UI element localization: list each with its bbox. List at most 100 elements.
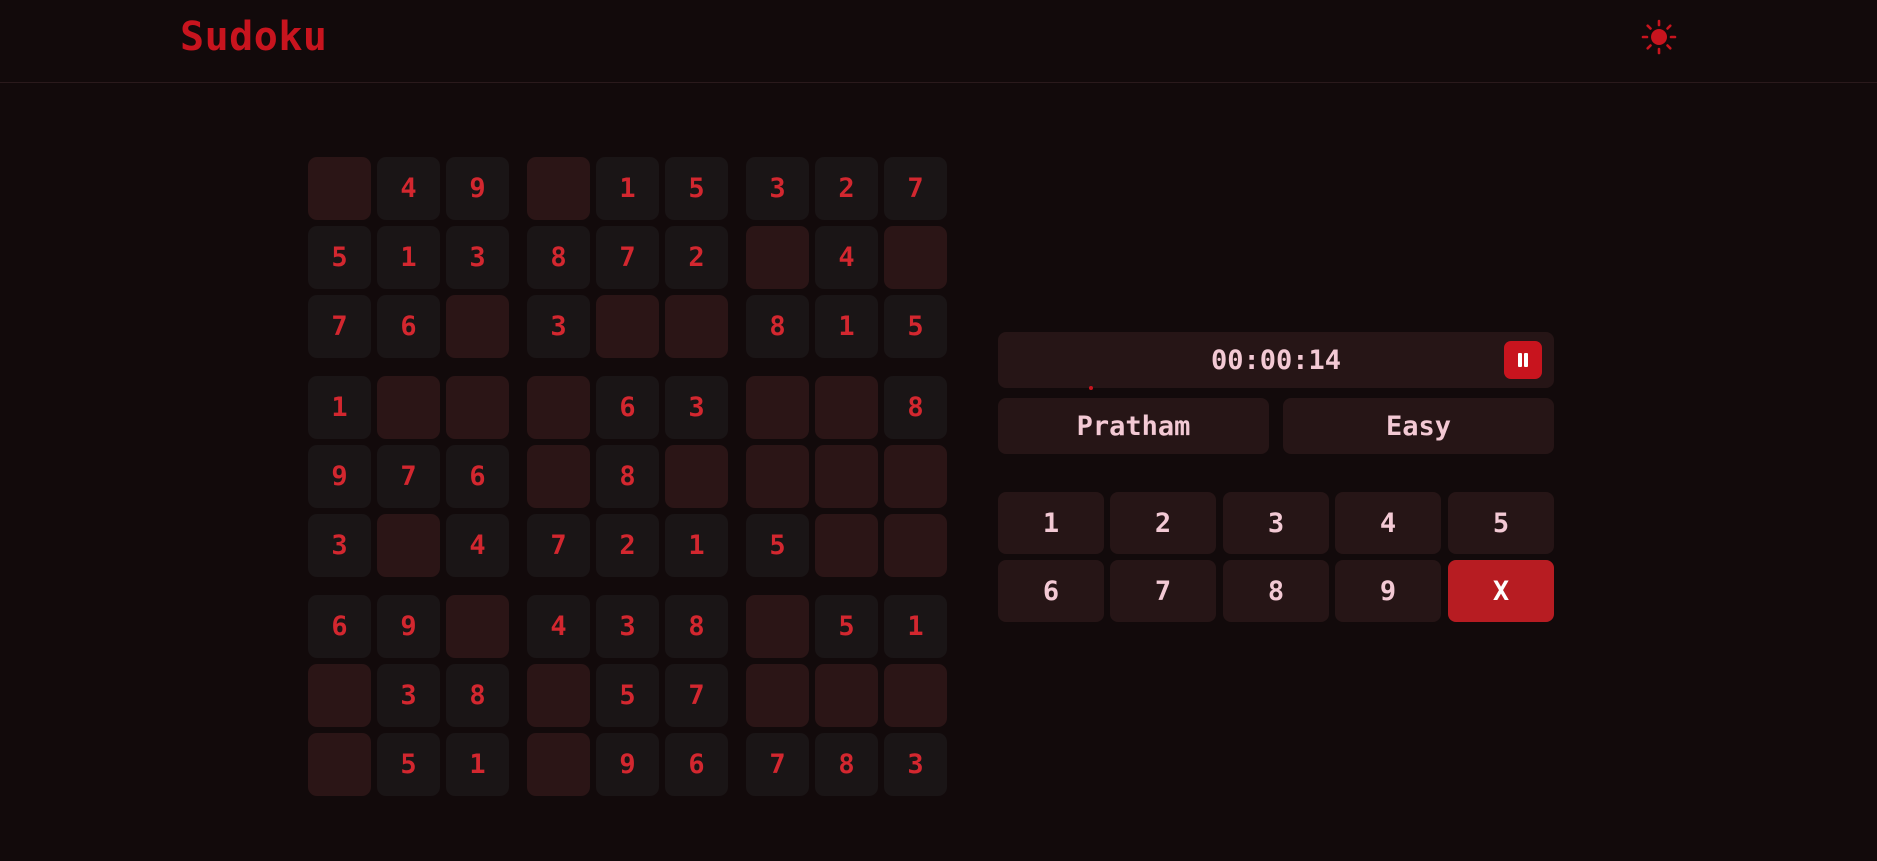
sudoku-cell[interactable] [746, 226, 809, 289]
sudoku-cell[interactable] [308, 664, 371, 727]
sudoku-cell[interactable]: 2 [596, 514, 659, 577]
sudoku-cell[interactable] [884, 664, 947, 727]
sun-icon[interactable] [1640, 18, 1678, 56]
sudoku-cell[interactable]: 7 [596, 226, 659, 289]
sudoku-cell[interactable]: 5 [596, 664, 659, 727]
sudoku-cell[interactable] [884, 514, 947, 577]
sudoku-cell[interactable]: 6 [308, 595, 371, 658]
sudoku-board: 4915327513872476381516389768347215694385… [308, 157, 950, 797]
sudoku-cell[interactable]: 5 [746, 514, 809, 577]
sudoku-cell[interactable] [884, 226, 947, 289]
sudoku-cell[interactable]: 8 [815, 733, 878, 796]
app-header: Sudoku [0, 0, 1877, 83]
num-button-8[interactable]: 8 [1223, 560, 1329, 622]
sudoku-cell[interactable] [446, 595, 509, 658]
sudoku-cell[interactable] [527, 445, 590, 508]
sudoku-cell[interactable]: 8 [596, 445, 659, 508]
sudoku-cell[interactable]: 2 [665, 226, 728, 289]
sudoku-cell[interactable]: 5 [665, 157, 728, 220]
sudoku-cell[interactable] [446, 376, 509, 439]
sudoku-cell[interactable]: 1 [665, 514, 728, 577]
sudoku-cell[interactable]: 7 [527, 514, 590, 577]
sudoku-cell[interactable]: 3 [596, 595, 659, 658]
sudoku-cell[interactable] [596, 295, 659, 358]
sudoku-cell[interactable]: 4 [377, 157, 440, 220]
sudoku-cell[interactable] [746, 445, 809, 508]
sudoku-cell[interactable]: 7 [308, 295, 371, 358]
sudoku-cell[interactable]: 3 [746, 157, 809, 220]
sudoku-cell[interactable]: 3 [884, 733, 947, 796]
sudoku-cell[interactable]: 5 [884, 295, 947, 358]
sudoku-cell[interactable]: 8 [446, 664, 509, 727]
num-button-9[interactable]: 9 [1335, 560, 1441, 622]
num-button-2[interactable]: 2 [1110, 492, 1216, 554]
sudoku-cell[interactable]: 6 [377, 295, 440, 358]
sudoku-cell[interactable]: 7 [377, 445, 440, 508]
sudoku-cell[interactable] [815, 376, 878, 439]
sudoku-cell[interactable]: 4 [446, 514, 509, 577]
sudoku-cell[interactable]: 1 [377, 226, 440, 289]
sudoku-cell[interactable]: 3 [308, 514, 371, 577]
sudoku-cell[interactable]: 8 [746, 295, 809, 358]
sudoku-cell[interactable] [815, 514, 878, 577]
sudoku-cell[interactable] [815, 445, 878, 508]
app-title: Sudoku [180, 14, 328, 60]
num-button-7[interactable]: 7 [1110, 560, 1216, 622]
pause-button[interactable] [1504, 341, 1542, 379]
sudoku-cell[interactable]: 8 [884, 376, 947, 439]
sudoku-cell[interactable] [377, 376, 440, 439]
sudoku-cell[interactable]: 9 [596, 733, 659, 796]
sudoku-cell[interactable]: 1 [596, 157, 659, 220]
sudoku-cell[interactable]: 7 [665, 664, 728, 727]
sudoku-cell[interactable] [527, 157, 590, 220]
timer-bar: 00:00:14 [998, 332, 1554, 388]
sudoku-cell[interactable]: 9 [377, 595, 440, 658]
sudoku-cell[interactable] [308, 157, 371, 220]
sudoku-cell[interactable]: 3 [665, 376, 728, 439]
sudoku-cell[interactable]: 2 [815, 157, 878, 220]
sudoku-cell[interactable]: 3 [527, 295, 590, 358]
sudoku-cell[interactable]: 5 [308, 226, 371, 289]
clear-button[interactable]: X [1448, 560, 1554, 622]
sudoku-cell[interactable] [746, 664, 809, 727]
sudoku-cell[interactable]: 1 [884, 595, 947, 658]
sudoku-cell[interactable] [746, 376, 809, 439]
sudoku-cell[interactable]: 9 [446, 157, 509, 220]
sudoku-cell[interactable]: 8 [527, 226, 590, 289]
sudoku-cell[interactable]: 7 [746, 733, 809, 796]
sudoku-cell[interactable] [665, 295, 728, 358]
sudoku-cell[interactable]: 3 [446, 226, 509, 289]
num-button-3[interactable]: 3 [1223, 492, 1329, 554]
sudoku-cell[interactable]: 6 [665, 733, 728, 796]
num-button-5[interactable]: 5 [1448, 492, 1554, 554]
sudoku-cell[interactable] [884, 445, 947, 508]
sudoku-cell[interactable] [815, 664, 878, 727]
player-name: Pratham [998, 398, 1269, 454]
sudoku-cell[interactable]: 4 [527, 595, 590, 658]
sudoku-cell[interactable]: 4 [815, 226, 878, 289]
sudoku-cell[interactable]: 1 [308, 376, 371, 439]
num-button-1[interactable]: 1 [998, 492, 1104, 554]
sudoku-cell[interactable] [446, 295, 509, 358]
sudoku-cell[interactable]: 8 [665, 595, 728, 658]
sudoku-cell[interactable]: 5 [377, 733, 440, 796]
sudoku-cell[interactable]: 6 [446, 445, 509, 508]
num-button-4[interactable]: 4 [1335, 492, 1441, 554]
sudoku-cell[interactable] [665, 445, 728, 508]
sudoku-cell[interactable]: 1 [446, 733, 509, 796]
sudoku-cell[interactable] [527, 664, 590, 727]
sudoku-cell[interactable]: 5 [815, 595, 878, 658]
sudoku-cell[interactable] [527, 733, 590, 796]
sudoku-cell[interactable]: 7 [884, 157, 947, 220]
sudoku-cell[interactable] [308, 733, 371, 796]
sudoku-cell[interactable]: 6 [596, 376, 659, 439]
sudoku-cell[interactable]: 1 [815, 295, 878, 358]
sudoku-cell[interactable]: 3 [377, 664, 440, 727]
progress-dot [1089, 386, 1093, 390]
sudoku-cell[interactable] [527, 376, 590, 439]
difficulty-label[interactable]: Easy [1283, 398, 1554, 454]
num-button-6[interactable]: 6 [998, 560, 1104, 622]
sudoku-cell[interactable] [377, 514, 440, 577]
sudoku-cell[interactable] [746, 595, 809, 658]
sudoku-cell[interactable]: 9 [308, 445, 371, 508]
